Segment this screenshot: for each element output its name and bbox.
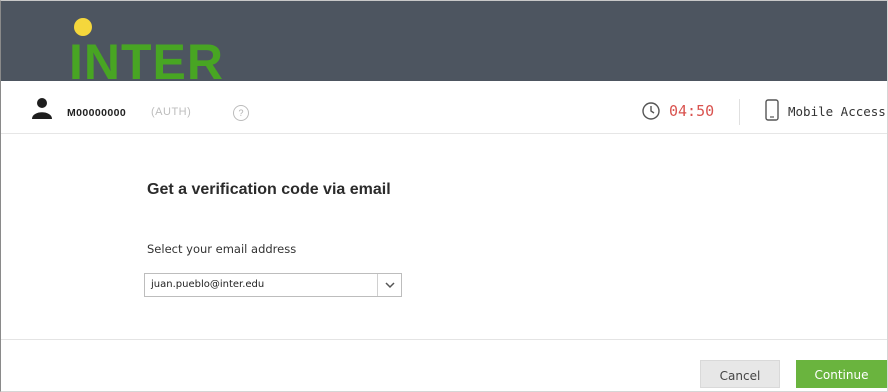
- session-timer: 04:50: [669, 102, 715, 120]
- user-icon: [32, 98, 52, 119]
- mobile-access-link[interactable]: Mobile Access: [788, 104, 886, 119]
- divider: [739, 99, 740, 125]
- footer-divider: [1, 339, 887, 340]
- username: M00000000: [67, 107, 127, 119]
- selected-email-value: juan.pueblo@inter.edu: [151, 279, 265, 290]
- login-window: INTER M00000000 (AUTH) ? 04:50 Mobile Ac…: [0, 0, 888, 392]
- mobile-phone-icon[interactable]: [765, 99, 779, 121]
- help-icon[interactable]: ?: [233, 105, 249, 121]
- auth-label: (AUTH): [151, 106, 192, 118]
- user-info-bar: M00000000 (AUTH) ? 04:50 Mobile Access: [1, 81, 887, 134]
- chevron-down-icon[interactable]: [384, 279, 396, 291]
- clock-icon: [642, 102, 660, 120]
- svg-text:INTER: INTER: [69, 34, 224, 81]
- email-select[interactable]: juan.pueblo@inter.edu: [144, 273, 402, 297]
- select-divider: [377, 274, 378, 296]
- inter-logo: INTER: [69, 15, 269, 81]
- cancel-button[interactable]: Cancel: [700, 360, 780, 388]
- continue-button[interactable]: Continue: [796, 360, 887, 388]
- email-select-label: Select your email address: [147, 242, 297, 256]
- page-title: Get a verification code via email: [147, 181, 391, 198]
- top-header-bar: INTER: [1, 1, 887, 81]
